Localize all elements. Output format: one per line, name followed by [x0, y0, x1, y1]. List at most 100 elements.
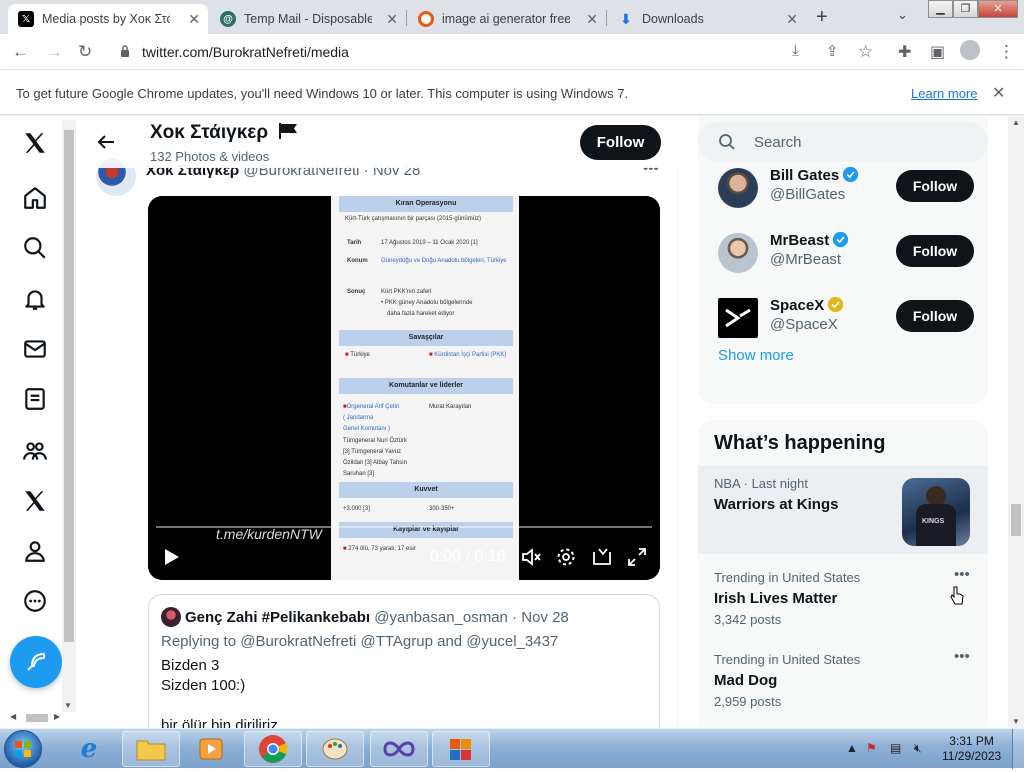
follow-button[interactable]: Follow: [896, 235, 974, 267]
messages-envelope-icon[interactable]: [20, 334, 50, 364]
spacex-logo-avatar[interactable]: [718, 298, 758, 338]
quote-author-handle[interactable]: @yanbasan_osman: [374, 609, 508, 626]
extensions-puzzle-icon[interactable]: ✚: [898, 42, 911, 62]
back-arrow-icon[interactable]: ←: [12, 42, 29, 62]
network-icon[interactable]: ▤: [890, 741, 901, 755]
scrollbar-thumb[interactable]: [1011, 504, 1021, 536]
tab-image-ai[interactable]: image ai generator free a ✕: [408, 4, 606, 34]
trend-item[interactable]: NBA · Last night Warriors at Kings KINGS: [698, 466, 988, 554]
paint-icon[interactable]: [306, 731, 364, 767]
show-more-link[interactable]: Show more: [718, 347, 794, 364]
share-icon[interactable]: ⇪: [826, 42, 839, 60]
quote-author-name[interactable]: Genç Zahi #Pelikankebabı: [185, 609, 370, 626]
new-tab-button[interactable]: +: [816, 6, 828, 29]
tab-temp-mail[interactable]: @ Temp Mail - Disposable T ✕: [210, 4, 406, 34]
x-premium-icon[interactable]: [20, 486, 50, 516]
back-arrow-icon[interactable]: [96, 132, 116, 152]
fullscreen-icon[interactable]: [626, 546, 648, 568]
follow-profile-button[interactable]: Follow: [580, 125, 661, 160]
show-hidden-icons-icon[interactable]: ▲: [846, 741, 858, 755]
scroll-left-arrow-icon[interactable]: ◀: [10, 712, 16, 721]
infinity-app-icon[interactable]: [370, 731, 428, 767]
follow-suggestion[interactable]: MrBeast @MrBeast Follow: [714, 231, 984, 281]
pip-icon[interactable]: [591, 546, 613, 568]
compose-post-button[interactable]: [10, 636, 62, 688]
search-engine-icon: [418, 11, 434, 27]
forward-arrow-icon[interactable]: →: [46, 42, 63, 62]
lists-icon[interactable]: [20, 384, 50, 414]
doc-row-label: Tarih: [347, 240, 362, 246]
volume-muted-icon[interactable]: 🔇︎: [914, 741, 922, 756]
quote-text-line: Bizden 3: [161, 657, 220, 674]
profile-icon[interactable]: [20, 536, 50, 566]
follow-suggestion[interactable]: SpaceX @SpaceX Follow: [714, 296, 984, 346]
follow-suggestion[interactable]: Bill Gates @BillGates Follow: [714, 166, 984, 216]
scroll-down-arrow-icon[interactable]: ▼: [1012, 717, 1020, 726]
scroll-up-arrow-icon[interactable]: ▲: [1012, 118, 1020, 127]
bill-gates-avatar[interactable]: [718, 168, 758, 208]
chrome-icon[interactable]: [244, 731, 302, 767]
close-tab-icon[interactable]: ✕: [786, 11, 798, 28]
follow-button[interactable]: Follow: [896, 300, 974, 332]
account-name[interactable]: SpaceX: [770, 296, 844, 314]
page-scrollbar[interactable]: ▲ ▼: [1008, 116, 1024, 728]
file-explorer-icon[interactable]: [122, 731, 180, 767]
nba-player-thumbnail[interactable]: KINGS: [902, 478, 970, 546]
close-tab-icon[interactable]: ✕: [188, 11, 200, 28]
trend-item[interactable]: Trending in United States Irish Lives Ma…: [698, 560, 988, 648]
scrollbar-thumb[interactable]: [26, 714, 48, 722]
side-panel-icon[interactable]: ▣: [930, 42, 945, 62]
media-player-icon[interactable]: [182, 731, 240, 767]
search-box[interactable]: Search: [698, 122, 988, 162]
explore-search-icon[interactable]: [20, 233, 50, 263]
bookmark-star-icon[interactable]: ☆: [858, 42, 873, 62]
action-center-icon[interactable]: ⚑: [866, 741, 877, 755]
tab-downloads[interactable]: ⬇ Downloads ✕: [608, 4, 806, 34]
doc-commander: Murat Karayılan: [429, 404, 472, 410]
minimize-button[interactable]: ▁: [928, 0, 953, 18]
close-tab-icon[interactable]: ✕: [386, 11, 398, 28]
mrbeast-avatar[interactable]: [718, 233, 758, 273]
trend-post-count: 3,342 posts: [714, 612, 782, 627]
left-scrollbar[interactable]: ▼: [62, 120, 76, 712]
quoted-post[interactable]: Genç Zahi #Pelikankebabı @yanbasan_osman…: [148, 594, 660, 728]
account-name[interactable]: MrBeast: [770, 231, 849, 249]
x-home-logo-icon[interactable]: [20, 128, 50, 158]
account-name[interactable]: Bill Gates: [770, 166, 859, 184]
scrollbar-thumb[interactable]: [64, 130, 74, 642]
scroll-down-arrow-icon[interactable]: ▼: [64, 701, 72, 710]
tab-media-posts[interactable]: 𝕏 Media posts by Χοκ Στάιγ ✕: [8, 4, 208, 34]
home-icon[interactable]: [20, 183, 50, 213]
more-circle-icon[interactable]: [20, 586, 50, 616]
address-bar[interactable]: twitter.com/BurokratNefreti/media: [108, 37, 888, 67]
internet-explorer-icon[interactable]: e: [60, 731, 118, 767]
settings-gear-icon[interactable]: [555, 546, 577, 568]
learn-more-link[interactable]: Learn more: [911, 86, 977, 101]
close-infobar-icon[interactable]: ✕: [992, 83, 1005, 103]
communities-icon[interactable]: [20, 436, 50, 466]
more-vertical-icon[interactable]: ⋮: [998, 42, 1015, 62]
video-player[interactable]: Kıran Operasyonu Kürt-Türk çatışmasının …: [148, 196, 660, 580]
show-desktop-button[interactable]: [1012, 729, 1024, 769]
profile-avatar-icon[interactable]: [960, 40, 980, 60]
restore-button[interactable]: ❐: [953, 0, 978, 18]
close-tab-icon[interactable]: ✕: [586, 11, 598, 28]
scroll-right-arrow-icon[interactable]: ▶: [54, 712, 60, 721]
trend-more-icon[interactable]: •••: [954, 648, 970, 665]
trend-item[interactable]: Trending in United States Mad Dog 2,959 …: [698, 642, 988, 728]
tab-search-chevron-icon[interactable]: ⌄: [897, 7, 908, 23]
office-app-icon[interactable]: [432, 731, 490, 767]
close-window-button[interactable]: ✕: [978, 0, 1018, 18]
reload-icon[interactable]: ↻: [78, 42, 92, 62]
trend-more-icon[interactable]: •••: [954, 566, 970, 583]
follow-button[interactable]: Follow: [896, 170, 974, 202]
install-app-icon[interactable]: ⤓: [792, 42, 799, 59]
play-icon[interactable]: [160, 546, 182, 568]
system-clock[interactable]: 3:31 PM 11/29/2023: [942, 734, 1001, 764]
notifications-bell-icon[interactable]: [20, 284, 50, 314]
start-button[interactable]: [4, 730, 42, 768]
doc-commander: ■Orgeneral Arif Çetin: [343, 404, 400, 410]
quote-author-avatar[interactable]: [161, 607, 181, 627]
horizontal-scrollbar[interactable]: ◀ ▶: [10, 712, 62, 724]
muted-speaker-icon[interactable]: [520, 546, 542, 568]
